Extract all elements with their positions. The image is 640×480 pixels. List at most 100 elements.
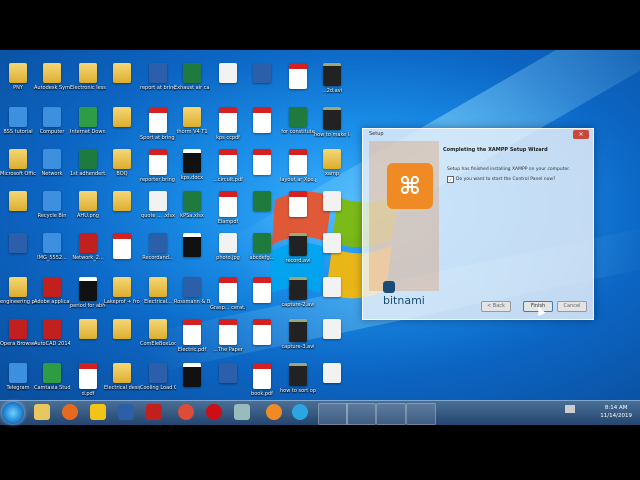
desktop-icon[interactable]: IMG_5552... [34,232,70,274]
desktop-icon[interactable]: Network_2... [70,232,106,274]
desktop-icon[interactable] [104,318,140,360]
folder-icon[interactable] [90,404,106,420]
desktop-icon[interactable]: photo.jpg [210,232,246,274]
desktop-icon[interactable] [244,318,280,360]
desktop-icon[interactable]: capture-2.avi [280,276,316,318]
desktop-icon[interactable] [314,318,350,360]
desktop-icon[interactable] [314,276,350,318]
desktop-icon[interactable]: ...2d.avi [314,62,350,104]
desktop-icon[interactable]: Telegram [0,362,36,400]
desktop-icon[interactable]: Exhaust air calculati... [174,62,210,104]
desktop-icon[interactable] [0,232,36,274]
start-control-panel-checkbox[interactable]: ✓ Do you want to start the Control Panel … [447,176,555,183]
taskbar-window-button[interactable] [376,403,406,425]
desktop-icon[interactable] [244,276,280,318]
desktop-icon[interactable] [314,362,350,400]
desktop-icon[interactable] [244,190,280,232]
desktop-icon[interactable]: kps ccpdf [210,106,246,148]
clock[interactable]: 8:14 AM 11/14/2019 [600,404,632,420]
app-icon[interactable] [234,404,250,420]
desktop-icon[interactable]: quote ... .xlsx [140,190,176,232]
desktop-icon[interactable]: Opera Browser [0,318,36,360]
taskbar-window-button[interactable] [406,403,436,425]
desktop-icon[interactable] [314,190,350,232]
desktop-icon[interactable]: capture-3.avi [280,318,316,360]
desktop-icon[interactable]: d.pdf [70,362,106,400]
desktop-icon[interactable]: period for abhendert... [70,276,106,318]
telegram-icon[interactable] [292,404,308,420]
desktop-icon[interactable]: layout ar Xpo.pdf [280,148,316,190]
desktop-icon[interactable]: Elampdf [210,190,246,232]
autocad-icon[interactable] [146,404,162,420]
desktop-icon[interactable]: report at bring ken... [140,62,176,104]
chrome-icon[interactable] [178,404,194,420]
desktop-icon[interactable]: Sport at bring ken... [140,106,176,148]
desktop-icon[interactable]: Camtasia Studio 9 [34,362,70,400]
desktop-icon[interactable]: ...circuit.pdf [210,148,246,190]
desktop-icon[interactable]: Recordand... [140,232,176,274]
desktop-icon[interactable] [244,62,280,104]
opera-icon[interactable] [206,404,222,420]
desktop-icon[interactable]: Rossmann & Blackpower [174,276,210,318]
desktop-icon[interactable]: BSS tutorial [0,106,36,148]
close-button[interactable]: ✕ [573,130,589,139]
desktop-icon[interactable]: engineering profession... [0,276,36,318]
desktop-icon[interactable] [244,106,280,148]
desktop-icon[interactable] [0,190,36,232]
desktop-icon[interactable]: Electrical... [140,276,176,318]
desktop-icon[interactable]: Electric.pdf [174,318,210,360]
media-icon[interactable] [118,404,134,420]
desktop-icon[interactable] [314,232,350,274]
desktop-icon[interactable] [104,62,140,104]
desktop-icon[interactable]: ComEleBoxLod... [140,318,176,360]
start-button[interactable] [2,402,24,424]
desktop-icon[interactable] [104,106,140,148]
desktop-icon[interactable]: Adobe application... [34,276,70,318]
desktop-icon[interactable]: AHU.png [70,190,106,232]
desktop-icon[interactable] [210,362,246,400]
desktop-icon[interactable]: Microsoft Office Pro... [0,148,36,190]
tray-icon[interactable] [565,405,575,413]
desktop-icon[interactable] [174,362,210,400]
desktop-icon[interactable] [210,62,246,104]
desktop-icon[interactable]: kps.docx [174,148,210,190]
desktop-icon[interactable]: Cooling Load Calculation... [140,362,176,400]
desktop-icon[interactable]: Electronic lesson [70,62,106,104]
checkbox-check-icon[interactable]: ✓ [447,176,454,183]
desktop-icon[interactable]: AutoCAD 2014 - En... [34,318,70,360]
explorer-icon[interactable] [34,404,50,420]
desktop-icon[interactable]: thorm V4 T1 [174,106,210,148]
desktop-icon[interactable]: Electrical design Bo... [104,362,140,400]
desktop-icon[interactable]: xamp [314,148,350,190]
desktop-icon[interactable]: how to make layer.avi [314,106,350,148]
desktop-icon[interactable]: kPSa.xlsx [174,190,210,232]
desktop-icon[interactable] [104,232,140,274]
taskbar-window-button[interactable] [346,403,376,425]
desktop-icon[interactable]: abcdefg... [244,232,280,274]
desktop-icon[interactable]: Recycle Bin [34,190,70,232]
desktop-icon[interactable]: Autodesk Symbol... [34,62,70,104]
desktop-icon[interactable] [280,190,316,232]
desktop-icon[interactable] [244,148,280,190]
desktop-icon[interactable] [104,190,140,232]
desktop-icon[interactable] [280,62,316,104]
desktop-icon[interactable]: PNY [0,62,36,104]
back-button[interactable]: < Back [481,301,511,312]
desktop-icon[interactable]: ...The Paper [210,318,246,360]
desktop-icon[interactable] [70,318,106,360]
firefox-icon[interactable] [62,404,78,420]
desktop-icon[interactable]: Computer [34,106,70,148]
desktop-icon[interactable] [174,232,210,274]
desktop-icon[interactable]: Internet Downlo... [70,106,106,148]
desktop-icon[interactable]: Grasp... cerat.pdf [210,276,246,318]
app-icon[interactable] [266,404,282,420]
desktop-icon[interactable]: for constitute [280,106,316,148]
cancel-button[interactable]: Cancel [557,301,587,312]
desktop-icon[interactable]: 1st adhendert... [70,148,106,190]
desktop-icon[interactable]: record.avi [280,232,316,274]
desktop-icon[interactable]: how to sort option on... [280,362,316,400]
desktop-icon[interactable]: Lakeprof + frontline [104,276,140,318]
desktop-icon[interactable]: Network [34,148,70,190]
taskbar-window-button[interactable] [318,403,348,425]
desktop-icon[interactable]: reporter bring ken... [140,148,176,190]
